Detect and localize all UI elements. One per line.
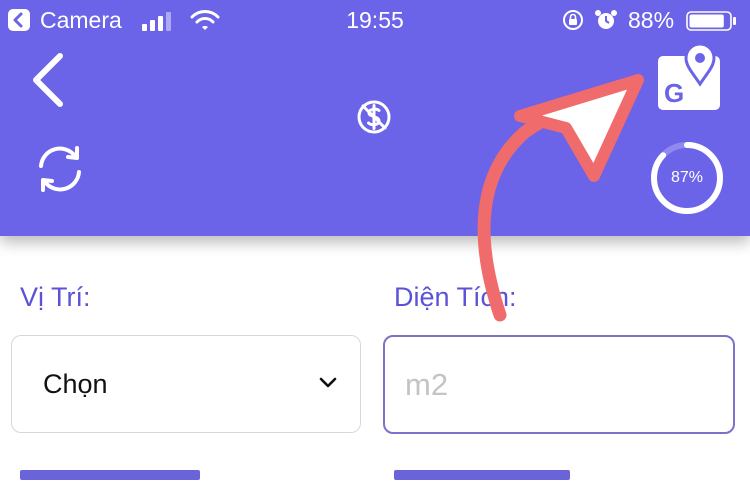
no-dollar-icon[interactable] <box>356 99 392 135</box>
area-label: Diện Tích: <box>394 282 517 312</box>
location-select[interactable]: Chọn <box>11 335 361 433</box>
location-select-value: Chọn <box>43 369 108 399</box>
rotation-lock-icon <box>562 9 584 31</box>
location-label: Vị Trí: <box>20 282 91 312</box>
svg-text:G: G <box>664 78 684 108</box>
app-header: Camera 19:55 88% G 87% <box>0 0 750 236</box>
progress-percentage: 87% <box>670 169 704 186</box>
next-field-label-partial <box>394 470 594 480</box>
status-bar: Camera 19:55 88% <box>0 0 750 42</box>
alarm-icon <box>594 8 618 32</box>
back-arrow-icon[interactable] <box>28 52 68 108</box>
battery-percentage: 88% <box>628 7 675 33</box>
refresh-icon[interactable] <box>32 144 88 194</box>
google-maps-icon[interactable]: G <box>656 40 724 112</box>
area-input[interactable] <box>383 335 735 434</box>
battery-icon <box>686 11 738 31</box>
chevron-down-icon <box>317 372 339 394</box>
next-field-label-partial <box>20 470 220 480</box>
